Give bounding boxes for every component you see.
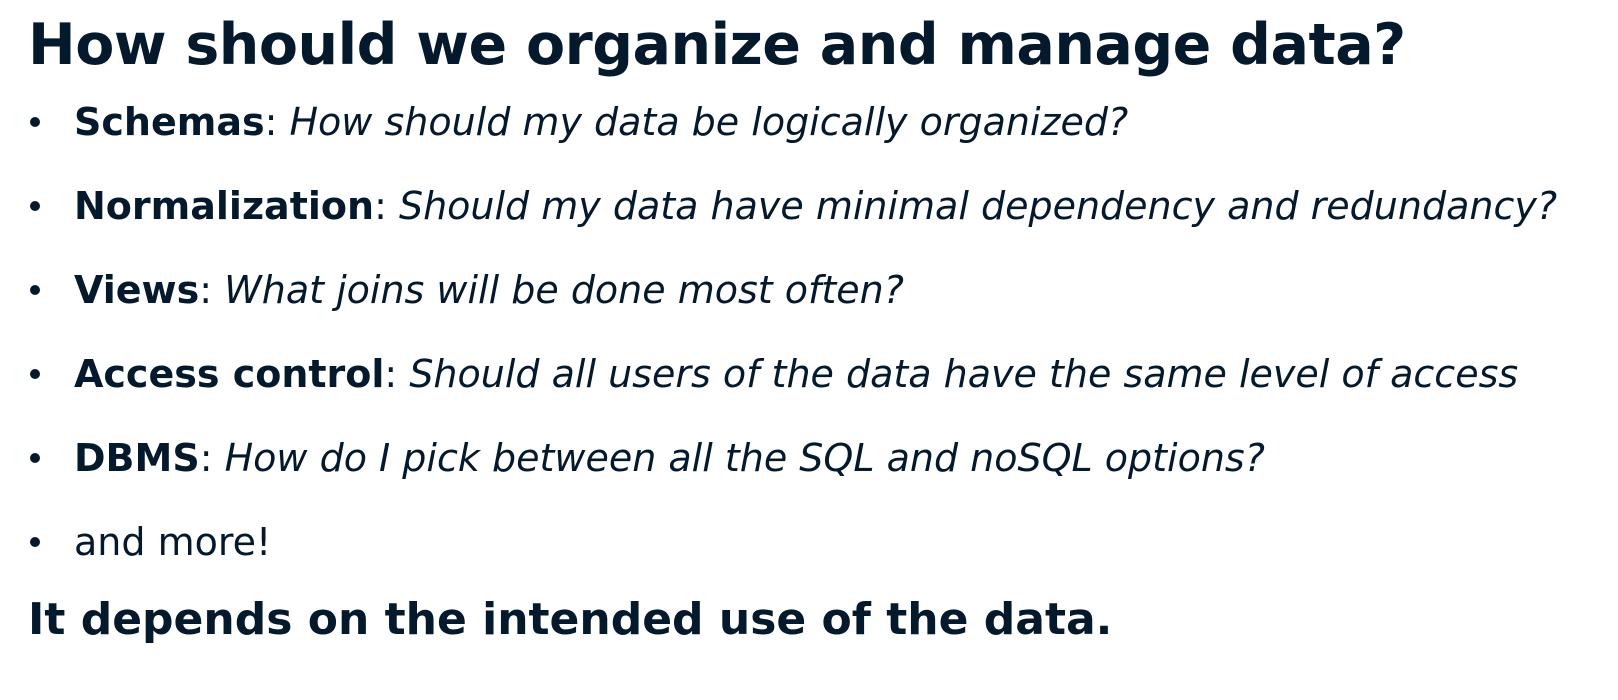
bullet-separator: :	[264, 100, 290, 144]
bullet-separator: :	[384, 352, 410, 396]
bullet-item-access-control: Access control: Should all users of the …	[28, 346, 1557, 430]
bullet-question: How should my data be logically organize…	[289, 100, 1129, 144]
bullet-separator: :	[199, 268, 225, 312]
bullet-icon	[30, 285, 40, 295]
bullet-text: and more!	[74, 520, 272, 564]
bullet-icon	[30, 369, 40, 379]
bullet-separator: :	[199, 436, 225, 480]
bullet-item-dbms: DBMS: How do I pick between all the SQL …	[28, 430, 1557, 514]
bullet-term: Access control	[74, 352, 385, 396]
bullet-icon	[30, 201, 40, 211]
bullet-question: How do I pick between all the SQL and no…	[224, 436, 1265, 480]
bullet-item-views: Views: What joins will be done most ofte…	[28, 262, 1557, 346]
bullet-question: Should all users of the data have the sa…	[409, 352, 1519, 396]
bullet-icon	[30, 117, 40, 127]
bullet-item-schemas: Schemas: How should my data be logically…	[28, 94, 1557, 178]
conclusion-text: It depends on the intended use of the da…	[28, 594, 1113, 645]
bullet-item-normalization: Normalization: Should my data have minim…	[28, 178, 1557, 262]
slide-title: How should we organize and manage data?	[28, 12, 1406, 78]
slide: How should we organize and manage data? …	[28, 0, 1608, 700]
bullet-list: Schemas: How should my data be logically…	[28, 94, 1557, 598]
bullet-term: Schemas	[74, 100, 265, 144]
bullet-term: Views	[74, 268, 200, 312]
bullet-separator: :	[374, 184, 399, 228]
bullet-question: What joins will be done most often?	[224, 268, 904, 312]
bullet-icon	[30, 453, 40, 463]
bullet-term: Normalization	[74, 184, 375, 228]
bullet-icon	[30, 537, 40, 547]
bullet-question: Should my data have minimal dependency a…	[398, 184, 1558, 228]
bullet-item-and-more: and more!	[28, 514, 1557, 598]
bullet-term: DBMS	[74, 436, 200, 480]
